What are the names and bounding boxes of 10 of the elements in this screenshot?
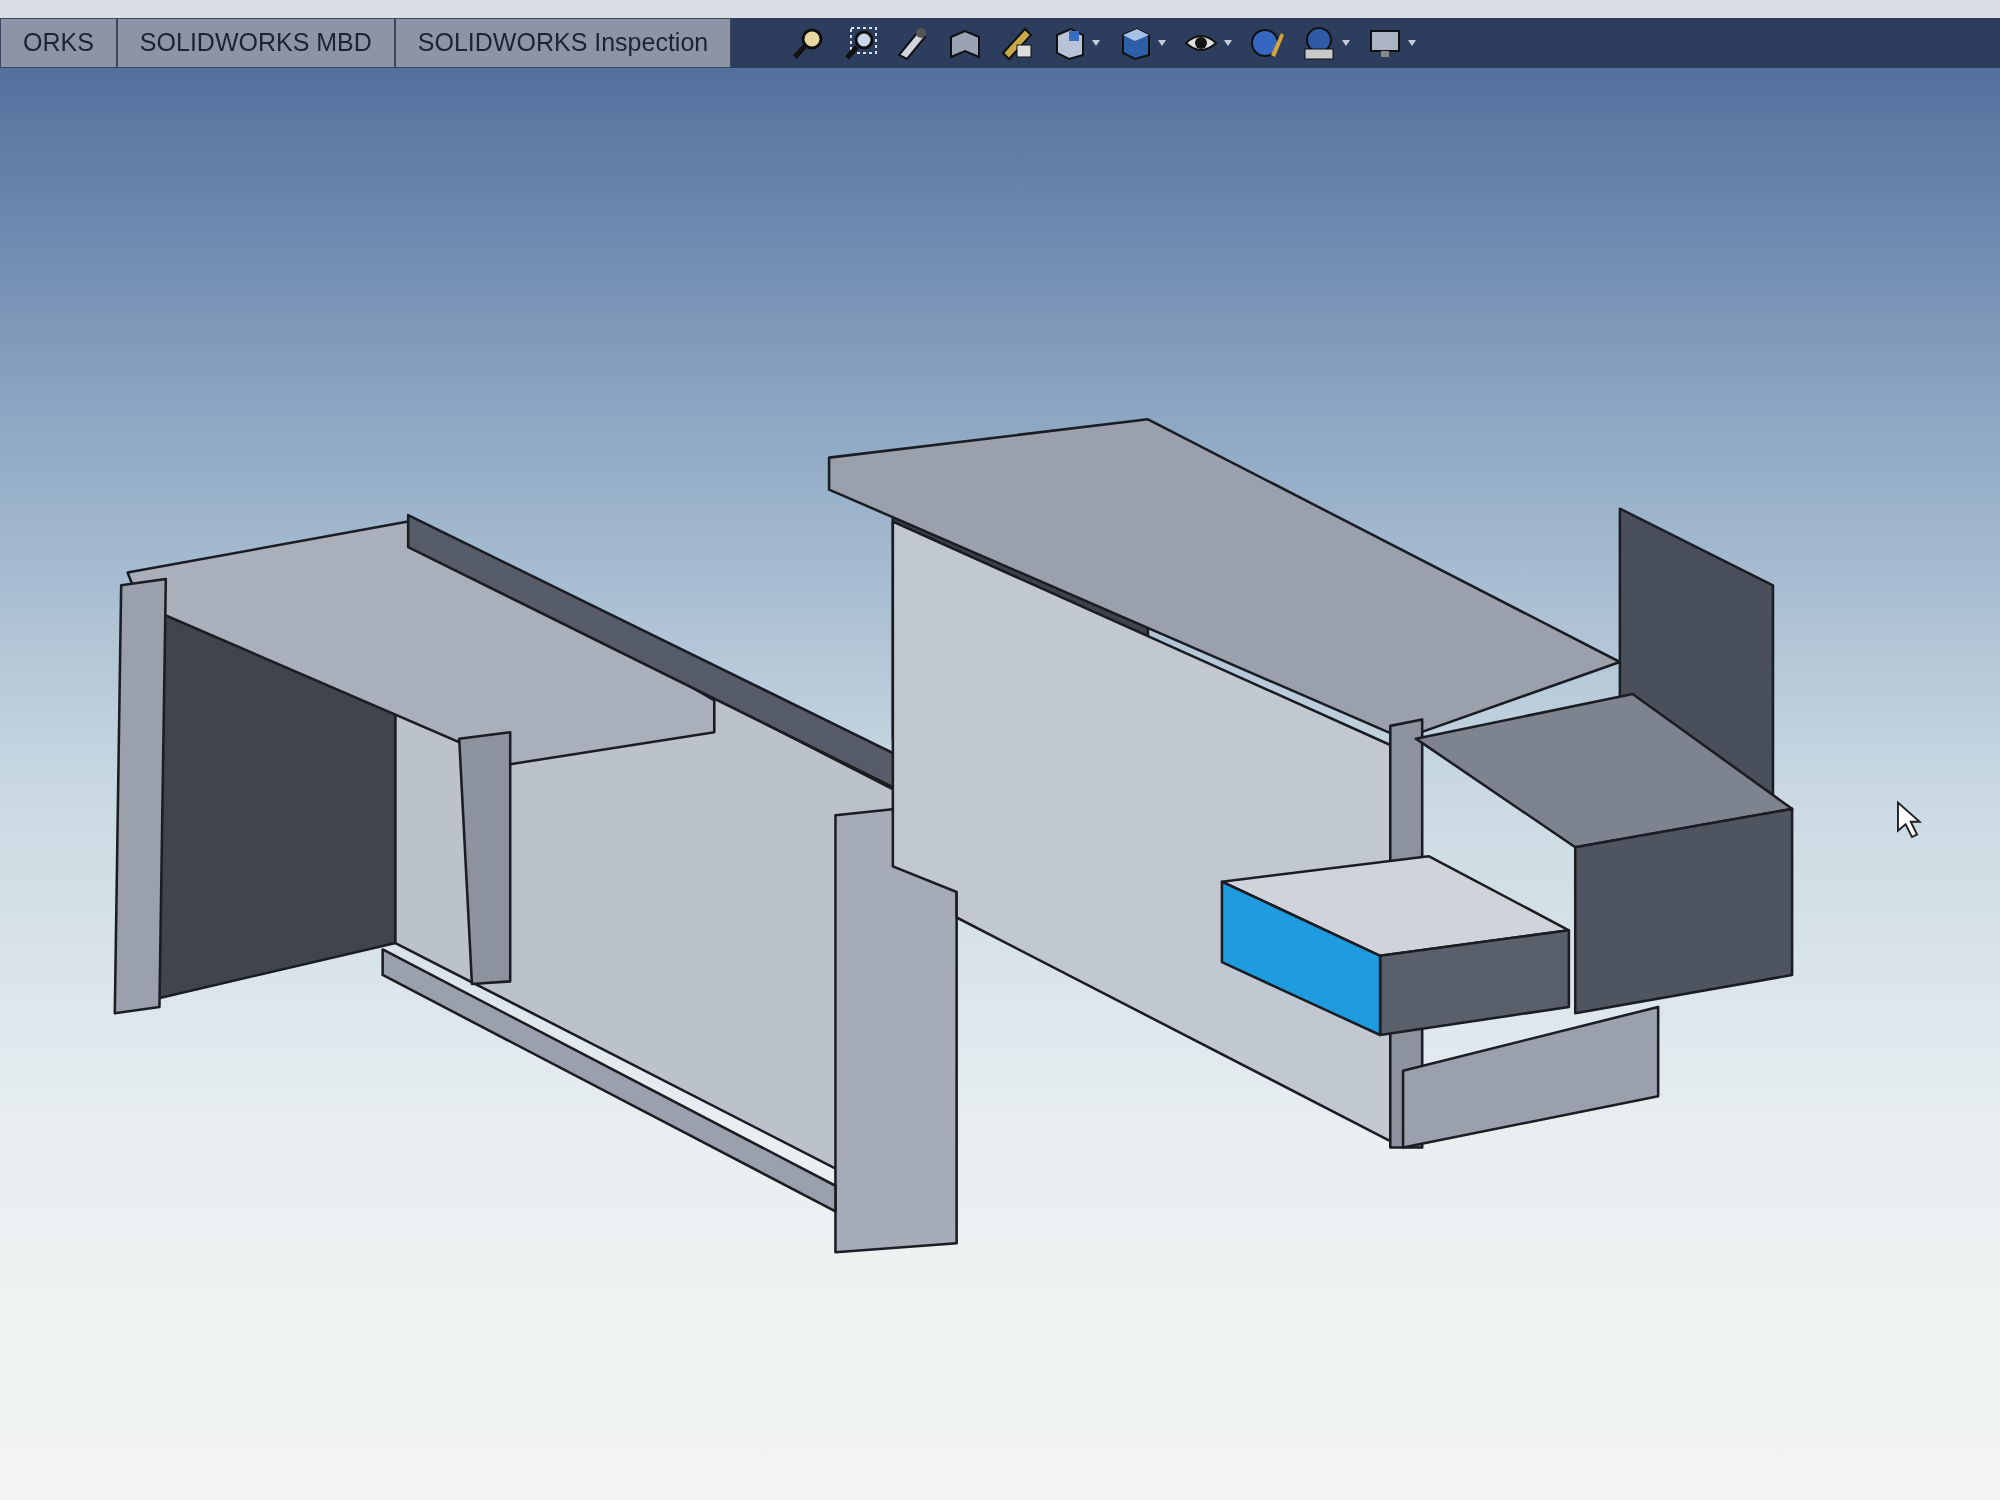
caret-icon[interactable]: [1091, 39, 1102, 47]
caret-icon[interactable]: [1223, 39, 1234, 47]
caret-icon[interactable]: [1157, 39, 1168, 47]
ribbon-tab[interactable]: ORKS: [0, 18, 117, 68]
caret-icon[interactable]: [1407, 39, 1418, 47]
caret-icon[interactable]: [1341, 39, 1352, 47]
magnifier-icon[interactable]: [843, 25, 880, 61]
ribbon-tab[interactable]: SOLIDWORKS Inspection: [394, 18, 732, 68]
ribbon-tab[interactable]: SOLIDWORKS MBD: [116, 18, 395, 68]
cursor-icon: [1897, 800, 1923, 839]
